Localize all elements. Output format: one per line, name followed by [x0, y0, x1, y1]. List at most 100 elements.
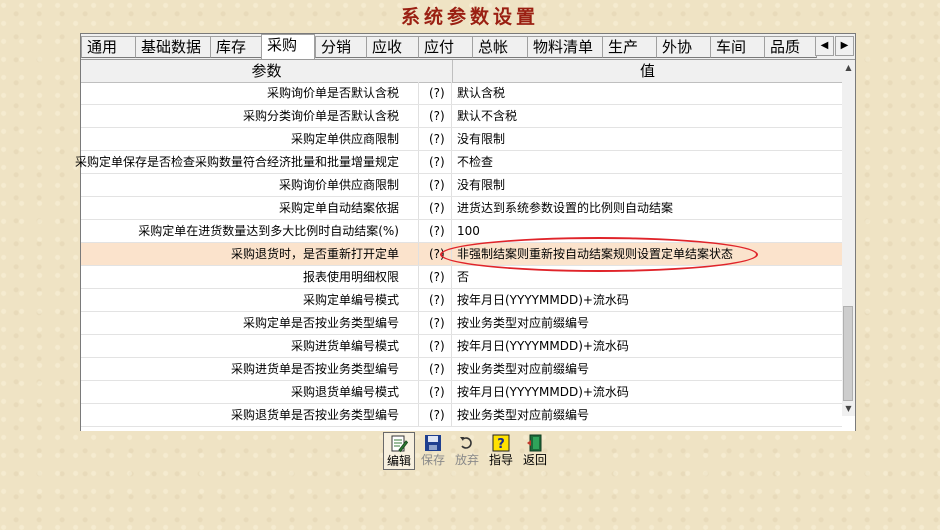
window-title: 系统参数设置 — [400, 6, 539, 28]
help-link[interactable]: (?) — [429, 266, 445, 288]
floppy-disk-icon — [425, 435, 441, 451]
tab-quality[interactable]: 品质 — [764, 36, 817, 58]
table-row[interactable]: 采购定单自动结案依据 (?) 进货达到系统参数设置的比例则自动结案 — [81, 197, 842, 220]
tab-general[interactable]: 通用 — [81, 36, 136, 58]
tab-production[interactable]: 生产 — [602, 36, 657, 58]
help-icon: ? — [492, 434, 510, 452]
triangle-right-icon[interactable]: ▶ — [835, 36, 854, 56]
guide-button[interactable]: ? 指导 — [485, 432, 517, 470]
save-button-label: 保存 — [420, 453, 445, 467]
table-row[interactable]: 采购退货时，是否重新打开定单 (?) 非强制结案则重新按自动结案规则设置定单结案状态 — [81, 243, 842, 266]
param-value-cell[interactable]: 按业务类型对应前缀编号 — [457, 312, 589, 334]
param-value-cell[interactable]: 按年月日(YYYYMMDD)+流水码 — [457, 381, 629, 403]
table-row[interactable]: 采购定单在进货数量达到多大比例时自动结案(%) (?) 100 — [81, 220, 842, 243]
param-name-cell: 采购分类询价单是否默认含税 — [242, 109, 399, 123]
help-link[interactable]: (?) — [429, 358, 445, 380]
table-row[interactable]: 采购定单编号模式 (?) 按年月日(YYYYMMDD)+流水码 — [81, 289, 842, 312]
table-row[interactable]: 采购询价单供应商限制 (?) 没有限制 — [81, 174, 842, 197]
discard-button-label: 放弃 — [454, 453, 479, 467]
table-row[interactable]: 采购分类询价单是否默认含税 (?) 默认不含税 — [81, 105, 842, 128]
param-name-cell: 采购退货单是否按业务类型编号 — [230, 408, 399, 422]
param-name-cell: 采购定单编号模式 — [302, 293, 399, 307]
help-link[interactable]: (?) — [429, 289, 445, 311]
param-value-cell[interactable]: 按年月日(YYYYMMDD)+流水码 — [457, 335, 629, 357]
param-value-cell[interactable]: 进货达到系统参数设置的比例则自动结案 — [457, 197, 673, 219]
tab-receivable[interactable]: 应收 — [366, 36, 419, 58]
guide-button-label: 指导 — [488, 453, 513, 467]
param-name-cell: 采购定单供应商限制 — [290, 132, 399, 146]
triangle-left-icon[interactable]: ◀ — [815, 36, 834, 56]
tab-bom[interactable]: 物料清单 — [527, 36, 603, 58]
param-value-cell[interactable]: 没有限制 — [457, 174, 505, 196]
param-value-cell[interactable]: 按年月日(YYYYMMDD)+流水码 — [457, 289, 629, 311]
param-name-cell: 采购询价单是否默认含税 — [266, 86, 399, 100]
table-row[interactable]: 采购进货单是否按业务类型编号 (?) 按业务类型对应前缀编号 — [81, 358, 842, 381]
param-name-cell: 采购定单是否按业务类型编号 — [242, 316, 399, 330]
undo-icon — [460, 437, 472, 449]
tab-scroll-buttons: ◀ ▶ — [815, 36, 855, 56]
tab-payable[interactable]: 应付 — [418, 36, 473, 58]
param-value-cell[interactable]: 100 — [457, 220, 480, 242]
help-link[interactable]: (?) — [429, 312, 445, 334]
scroll-thumb[interactable] — [843, 306, 853, 401]
table-row[interactable]: 报表使用明细权限 (?) 否 — [81, 266, 842, 289]
table-row[interactable]: 采购退货单是否按业务类型编号 (?) 按业务类型对应前缀编号 — [81, 404, 842, 427]
help-link[interactable]: (?) — [429, 220, 445, 242]
param-name-cell: 采购定单自动结案依据 — [278, 201, 399, 215]
help-link[interactable]: (?) — [429, 105, 445, 127]
param-value-cell[interactable]: 没有限制 — [457, 128, 505, 150]
tab-general-ledger[interactable]: 总帐 — [472, 36, 528, 58]
help-link[interactable]: (?) — [429, 381, 445, 403]
param-name-cell: 采购退货单编号模式 — [290, 385, 399, 399]
tab-basic-data[interactable]: 基础数据 — [135, 36, 211, 58]
save-button[interactable]: 保存 — [417, 432, 449, 470]
help-link[interactable]: (?) — [429, 82, 445, 104]
column-header-param[interactable]: 参数 — [81, 60, 453, 82]
param-value-cell[interactable]: 默认不含税 — [457, 105, 517, 127]
tab-purchase[interactable]: 采购 — [261, 34, 315, 59]
settings-panel: 通用 基础数据 库存 采购 分销 应收 应付 总帐 物料清单 生产 外协 车间 … — [75, 33, 856, 431]
table-row[interactable]: 采购询价单是否默认含税 (?) 默认含税 — [81, 82, 842, 105]
tab-distribution[interactable]: 分销 — [315, 36, 367, 58]
help-link[interactable]: (?) — [429, 335, 445, 357]
help-link[interactable]: (?) — [429, 128, 445, 150]
param-name-cell: 采购进货单编号模式 — [290, 339, 399, 353]
tab-outsourcing[interactable]: 外协 — [656, 36, 711, 58]
param-value-cell[interactable]: 不检查 — [457, 151, 493, 173]
column-header-value[interactable]: 值 — [453, 60, 842, 82]
param-value-cell[interactable]: 否 — [457, 266, 469, 288]
help-link[interactable]: (?) — [429, 197, 445, 219]
back-button[interactable]: 返回 — [519, 432, 551, 470]
vertical-scrollbar[interactable]: ▲ ▼ — [842, 60, 855, 416]
svg-text:?: ? — [497, 437, 505, 452]
param-name-cell: 采购进货单是否按业务类型编号 — [230, 362, 399, 376]
help-link[interactable]: (?) — [429, 404, 445, 426]
edit-icon — [391, 435, 408, 453]
discard-button[interactable]: 放弃 — [451, 432, 483, 470]
param-value-cell[interactable]: 按业务类型对应前缀编号 — [457, 404, 589, 426]
param-name-cell: 报表使用明细权限 — [302, 270, 399, 284]
tab-workshop[interactable]: 车间 — [710, 36, 765, 58]
table-row[interactable]: 采购定单是否按业务类型编号 (?) 按业务类型对应前缀编号 — [81, 312, 842, 335]
edit-button[interactable]: 编辑 — [383, 432, 415, 470]
table-row[interactable]: 采购进货单编号模式 (?) 按年月日(YYYYMMDD)+流水码 — [81, 335, 842, 358]
scroll-up-icon[interactable]: ▲ — [842, 60, 855, 75]
help-link[interactable]: (?) — [429, 174, 445, 196]
edit-button-label: 编辑 — [386, 454, 411, 468]
tab-inventory[interactable]: 库存 — [210, 36, 262, 58]
exit-door-icon — [527, 434, 542, 452]
back-button-label: 返回 — [522, 453, 547, 467]
param-value-cell[interactable]: 默认含税 — [457, 82, 505, 104]
table-row[interactable]: 采购定单保存是否检查采购数量符合经济批量和批量增量规定 (?) 不检查 — [75, 151, 842, 174]
param-value-cell[interactable]: 按业务类型对应前缀编号 — [457, 358, 589, 380]
table-row[interactable]: 采购退货单编号模式 (?) 按年月日(YYYYMMDD)+流水码 — [81, 381, 842, 404]
param-value-cell[interactable]: 非强制结案则重新按自动结案规则设置定单结案状态 — [457, 243, 733, 265]
help-link[interactable]: (?) — [429, 151, 445, 173]
scroll-down-icon[interactable]: ▼ — [842, 401, 855, 416]
parameter-grid: 参数 值 采购询价单是否默认含税 (?) 默认含税采购分类询价单是否默认含税 (?) 默… — [75, 59, 855, 431]
param-name-cell: 采购询价单供应商限制 — [278, 178, 399, 192]
help-link[interactable]: (?) — [429, 243, 445, 265]
table-row[interactable]: 采购定单供应商限制 (?) 没有限制 — [81, 128, 842, 151]
tab-bar: 通用 基础数据 库存 采购 分销 应收 应付 总帐 物料清单 生产 外协 车间 … — [81, 34, 855, 59]
param-name-cell: 采购定单保存是否检查采购数量符合经济批量和批量增量规定 — [74, 155, 399, 169]
